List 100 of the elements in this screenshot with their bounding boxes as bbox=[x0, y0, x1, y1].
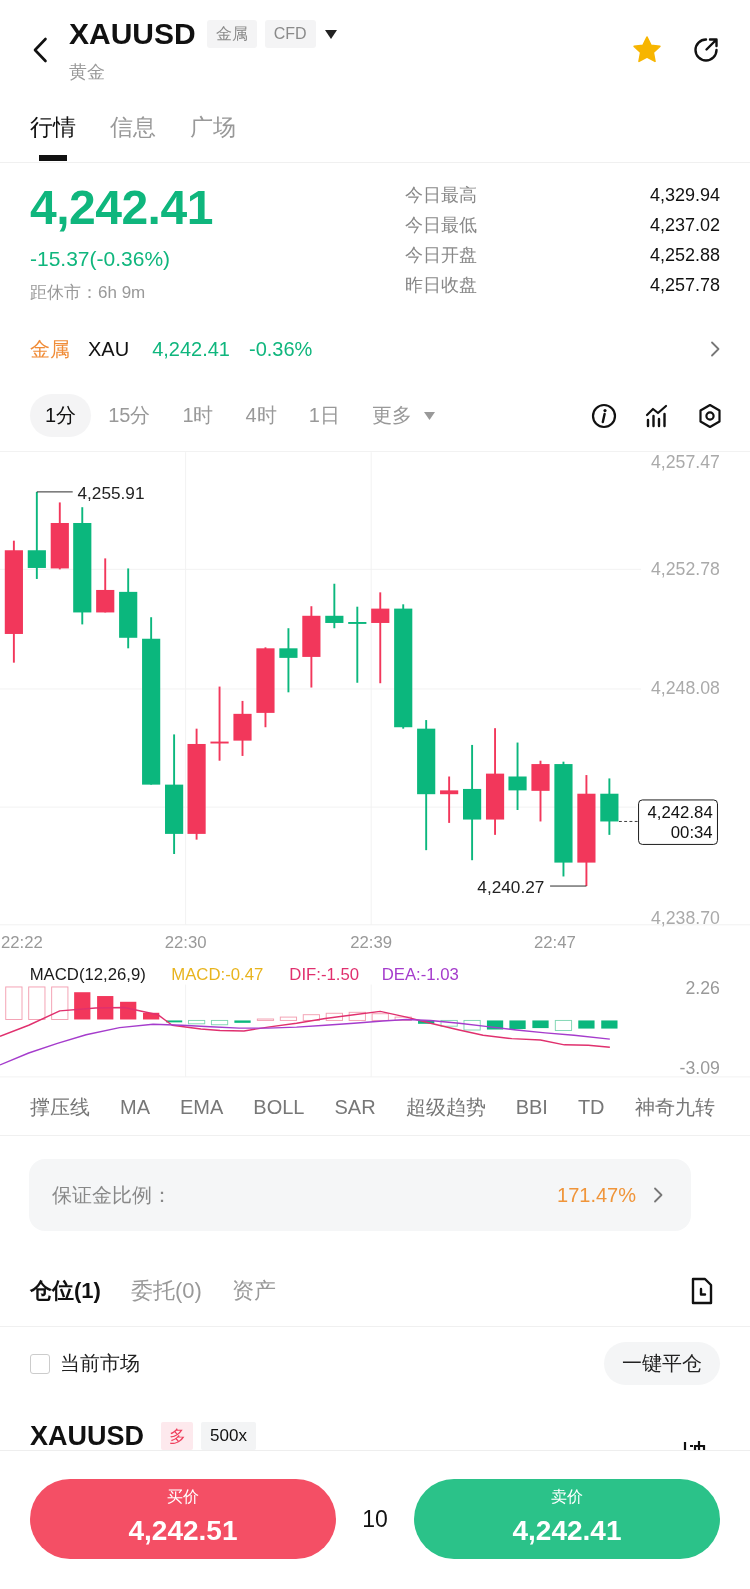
indicator-tab[interactable]: 超级趋势 bbox=[405, 1093, 486, 1121]
indicator-tab[interactable]: BBI bbox=[515, 1093, 548, 1121]
stat-label: 今日最高 bbox=[405, 184, 477, 207]
macd-bar bbox=[97, 996, 114, 1020]
quantity-label: 10 bbox=[362, 1505, 388, 1534]
macd-axis-label: -3.09 bbox=[679, 1058, 720, 1079]
symbol-tag: 金属 bbox=[206, 20, 257, 48]
tab[interactable]: 广场 bbox=[190, 100, 236, 161]
symbol-name: 黄金 bbox=[69, 61, 106, 84]
checkbox-label[interactable]: 当前市场 bbox=[60, 1350, 140, 1377]
price-axis-label: 4,252.78 bbox=[651, 559, 720, 580]
tab[interactable]: 资产 bbox=[231, 1275, 276, 1306]
tab[interactable]: 委托(0) bbox=[130, 1275, 202, 1306]
candle bbox=[508, 741, 527, 811]
stat-value: 4,252.88 bbox=[648, 244, 720, 267]
macd-bar bbox=[74, 992, 91, 1020]
stat-label: 今日开盘 bbox=[405, 244, 477, 267]
back-icon[interactable] bbox=[32, 37, 48, 63]
macd-bar bbox=[210, 1019, 229, 1026]
price-line bbox=[618, 821, 639, 822]
tab[interactable]: 仓位(1) bbox=[30, 1275, 101, 1306]
price-axis-label: 4,257.47 bbox=[651, 452, 720, 472]
macd-bar bbox=[532, 1020, 549, 1029]
time-axis-label: 22:22 bbox=[0, 933, 43, 953]
category-label: 金属 bbox=[30, 336, 70, 362]
indicator-tab[interactable]: BOLL bbox=[253, 1093, 305, 1121]
info-icon[interactable] bbox=[591, 402, 617, 429]
candle bbox=[325, 582, 344, 630]
indicator-tab[interactable]: TD bbox=[577, 1093, 605, 1121]
leader-line bbox=[549, 885, 587, 887]
timeframe-tab[interactable]: 更多 bbox=[356, 394, 450, 437]
price-change: -15.37(-0.36%) bbox=[30, 246, 172, 272]
candle bbox=[233, 699, 252, 757]
high-price-label: 4,255.91 bbox=[77, 482, 145, 503]
partial-icon[interactable] bbox=[682, 1441, 708, 1450]
macd-bar bbox=[188, 1019, 206, 1025]
sell-button[interactable]: 卖价 4,242.41 bbox=[414, 1479, 720, 1559]
macd-bar bbox=[440, 1019, 458, 1027]
stat-label: 今日最低 bbox=[405, 214, 477, 237]
indicator-tab[interactable]: MA bbox=[120, 1093, 150, 1121]
timeframe-tab[interactable]: 1时 bbox=[167, 394, 229, 437]
settings-icon[interactable] bbox=[697, 402, 723, 429]
margin-value: 171.47% bbox=[557, 1183, 636, 1207]
timeframe-tab[interactable]: 4时 bbox=[230, 394, 292, 437]
macd-bar bbox=[302, 1014, 320, 1021]
price-axis-label: 4,238.70 bbox=[651, 908, 720, 929]
position-symbol: XAUUSD bbox=[30, 1422, 144, 1450]
related-price: 4,242.41 bbox=[152, 337, 230, 361]
macd-bar bbox=[51, 986, 69, 1020]
leverage-tag: 500x bbox=[201, 1422, 256, 1450]
stat-label: 昨日收盘 bbox=[405, 274, 477, 297]
document-clock-icon[interactable] bbox=[690, 1276, 714, 1305]
timeframe-tab[interactable]: 1日 bbox=[293, 394, 355, 437]
macd-bar bbox=[578, 1020, 595, 1029]
macd-bar bbox=[256, 1018, 275, 1021]
caret-icon bbox=[423, 411, 435, 420]
macd-bar bbox=[325, 1012, 343, 1021]
macd-bar bbox=[418, 1020, 435, 1024]
macd-legend-label: DEA:-1.03 bbox=[381, 964, 459, 984]
last-price-label: 4,242.84 bbox=[647, 802, 713, 822]
chevron-right-icon[interactable] bbox=[710, 341, 720, 357]
macd-legend-label: MACD(12,26,9) bbox=[29, 964, 146, 984]
checkbox[interactable] bbox=[30, 1353, 50, 1374]
caret-icon[interactable] bbox=[324, 29, 337, 39]
macd-bar bbox=[143, 1012, 160, 1020]
price-axis-label: 4,248.08 bbox=[651, 678, 720, 699]
macd-legend-label: DIF:-1.50 bbox=[289, 964, 360, 984]
macd-bar bbox=[486, 1020, 504, 1030]
timeframe-tab[interactable]: 1分 bbox=[30, 394, 92, 437]
tab[interactable]: 信息 bbox=[110, 100, 156, 161]
last-price: 4,242.41 bbox=[30, 180, 213, 236]
buy-button[interactable]: 买价 4,242.51 bbox=[30, 1479, 336, 1559]
macd-bar bbox=[394, 1016, 412, 1021]
indicator-tab[interactable]: EMA bbox=[180, 1093, 224, 1121]
indicator-tab[interactable]: 撑压线 bbox=[30, 1093, 90, 1121]
chart-icon[interactable] bbox=[644, 402, 670, 429]
indicator-tab[interactable]: 神奇九转 bbox=[634, 1093, 715, 1121]
stat-value: 4,257.78 bbox=[648, 274, 720, 297]
chevron-right-icon[interactable] bbox=[653, 1187, 663, 1203]
macd-bar bbox=[463, 1019, 481, 1031]
macd-bar bbox=[28, 986, 46, 1020]
circle-arrow-icon[interactable] bbox=[692, 36, 720, 64]
margin-card[interactable]: 保证金比例： 171.47% bbox=[29, 1159, 691, 1231]
close-all-button[interactable]: 一键平仓 bbox=[604, 1342, 720, 1385]
symbol-title: XAUUSD bbox=[69, 16, 196, 52]
candle bbox=[440, 775, 459, 824]
countdown-label: 00:34 bbox=[670, 822, 713, 842]
time-axis-label: 22:30 bbox=[164, 933, 207, 953]
related-symbol[interactable]: XAU bbox=[88, 337, 130, 361]
macd-bar bbox=[5, 986, 23, 1020]
symbol-tag: CFD bbox=[264, 20, 316, 48]
macd-legend-label: MACD:-0.47 bbox=[171, 964, 264, 984]
time-axis-label: 22:47 bbox=[533, 933, 576, 953]
macd-bar bbox=[166, 1020, 183, 1023]
macd-bar bbox=[234, 1020, 251, 1023]
indicator-tab[interactable]: SAR bbox=[334, 1093, 376, 1121]
macd-bar bbox=[348, 1011, 366, 1021]
timeframe-tab[interactable]: 15分 bbox=[93, 394, 166, 437]
macd-bar bbox=[601, 1020, 618, 1029]
stat-value: 4,237.02 bbox=[648, 214, 720, 237]
